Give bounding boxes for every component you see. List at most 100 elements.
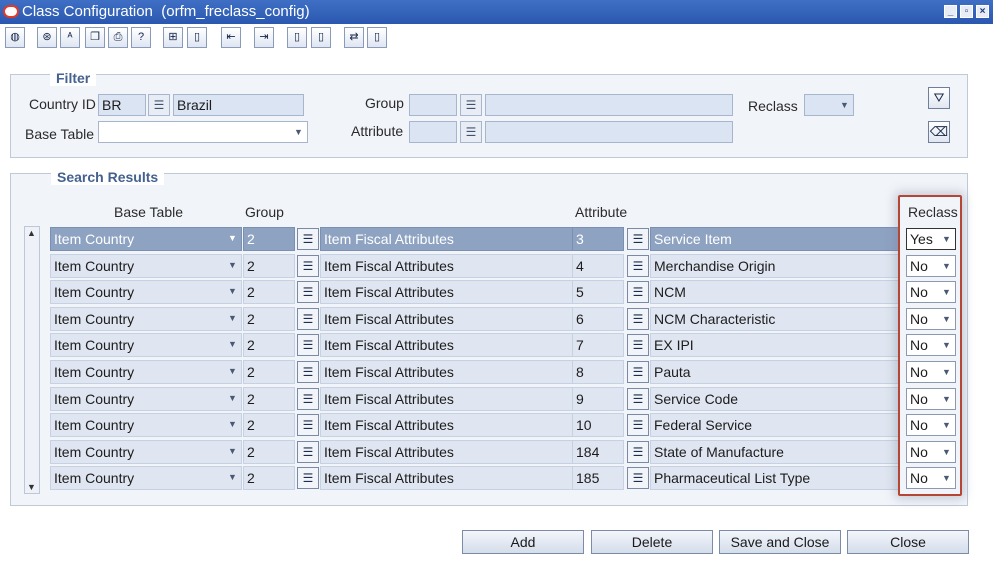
group-id-cell[interactable]: 2 [243,254,295,278]
group-lov-icon[interactable]: ☰ [297,388,319,410]
table-row[interactable]: Item Country ▼ 2 ☰ Item Fiscal Attributes 5 ☰ N… [50,280,958,304]
table-row[interactable]: Item Country ▼ 2 ☰ Item Fiscal Attributes 184… [50,440,958,464]
delete-button[interactable]: Delete [591,530,713,554]
group-lov-icon[interactable]: ☰ [297,308,319,330]
tree-move-icon[interactable]: ⇄ [344,27,364,48]
filter-funnel-icon[interactable]: ⛛ [928,87,950,109]
attribute-lov-icon[interactable]: ☰ [627,228,649,250]
new-doc-icon[interactable]: ▯ [187,27,207,48]
group-lov-icon[interactable]: ☰ [460,94,482,116]
group-lov-icon[interactable]: ☰ [297,228,319,250]
add-button[interactable]: Add [462,530,584,554]
attribute-name-cell[interactable]: Pharmaceutical List Type [650,466,900,490]
group-lov-icon[interactable]: ☰ [297,467,319,489]
attribute-lov-icon[interactable]: ☰ [627,414,649,436]
attribute-lov-icon[interactable]: ☰ [627,361,649,383]
doc-c-icon[interactable]: ▯ [367,27,387,48]
attribute-name-cell[interactable]: NCM Characteristic [650,307,900,331]
attribute-name-cell[interactable]: Pauta [650,360,900,384]
base-table-cell[interactable]: Item Country ▼ [50,413,242,437]
attribute-name-cell[interactable]: Federal Service [650,413,900,437]
attribute-name-cell[interactable]: NCM [650,280,900,304]
base-table-cell[interactable]: Item Country ▼ [50,307,242,331]
tree-icon[interactable]: ⊞ [163,27,183,48]
country-name-field[interactable]: Brazil [173,94,304,116]
close-window-icon[interactable]: × [976,5,989,18]
base-table-select[interactable]: ▼ [98,121,308,143]
base-table-cell[interactable]: Item Country ▼ [50,466,242,490]
base-table-cell[interactable]: Item Country ▼ [50,333,242,357]
attribute-lov-icon[interactable]: ☰ [627,308,649,330]
save-and-close-button[interactable]: Save and Close [719,530,841,554]
group-id-cell[interactable]: 2 [243,307,295,331]
attribute-lov-icon[interactable]: ☰ [627,255,649,277]
table-row[interactable]: Item Country ▼ 2 ☰ Item Fiscal Attributes 8 ☰ P… [50,360,958,384]
attribute-lov-icon[interactable]: ☰ [460,121,482,143]
group-id-cell[interactable]: 2 [243,440,295,464]
attribute-id-cell[interactable]: 6 [572,307,624,331]
copy-icon[interactable]: ❐ [85,27,105,48]
attribute-name-cell[interactable]: Merchandise Origin [650,254,900,278]
base-table-cell[interactable]: Item Country ▼ [50,280,242,304]
attribute-id-cell[interactable]: 7 [572,333,624,357]
tree-left-icon[interactable]: ⇤ [221,27,241,48]
action-icon[interactable]: ⊛ [37,27,57,48]
group-id-cell[interactable]: 2 [243,360,295,384]
globe-icon[interactable]: ◍ [5,27,25,48]
group-lov-icon[interactable]: ☰ [297,255,319,277]
reclass-filter-select[interactable]: ▼ [804,94,854,116]
attribute-id-cell[interactable]: 3 [572,227,624,251]
base-table-cell[interactable]: Item Country ▼ [50,227,242,251]
close-button[interactable]: Close [847,530,969,554]
attribute-id-cell[interactable]: 10 [572,413,624,437]
attribute-id-cell[interactable]: 5 [572,280,624,304]
attribute-lov-icon[interactable]: ☰ [627,281,649,303]
group-lov-icon[interactable]: ☰ [297,361,319,383]
base-table-cell[interactable]: Item Country ▼ [50,254,242,278]
group-id-cell[interactable]: 2 [243,466,295,490]
help-icon[interactable]: ? [131,27,151,48]
attribute-id-cell[interactable]: 4 [572,254,624,278]
clear-eraser-icon[interactable]: ⌫ [928,121,950,143]
group-id-cell[interactable]: 2 [243,280,295,304]
table-row[interactable]: Item Country ▼ 2 ☰ Item Fiscal Attributes 185… [50,466,958,490]
spell-icon[interactable]: ᴬ [60,27,80,48]
scroll-down-icon[interactable]: ▼ [27,482,36,492]
attribute-name-field[interactable] [485,121,733,143]
group-lov-icon[interactable]: ☰ [297,414,319,436]
attribute-id-cell[interactable]: 8 [572,360,624,384]
group-id-cell[interactable]: 2 [243,227,295,251]
attribute-lov-icon[interactable]: ☰ [627,334,649,356]
group-lov-icon[interactable]: ☰ [297,334,319,356]
attribute-name-cell[interactable]: EX IPI [650,333,900,357]
group-id-cell[interactable]: 2 [243,413,295,437]
tree-right-icon[interactable]: ⇥ [254,27,274,48]
minimize-icon[interactable]: _ [944,5,957,18]
attribute-lov-icon[interactable]: ☰ [627,388,649,410]
attribute-name-cell[interactable]: Service Item [650,227,900,251]
attribute-lov-icon[interactable]: ☰ [627,441,649,463]
attribute-name-cell[interactable]: State of Manufacture [650,440,900,464]
base-table-cell[interactable]: Item Country ▼ [50,387,242,411]
group-lov-icon[interactable]: ☰ [297,281,319,303]
group-name-field[interactable] [485,94,733,116]
group-id-cell[interactable]: 2 [243,387,295,411]
attribute-id-cell[interactable]: 185 [572,466,624,490]
attribute-name-cell[interactable]: Service Code [650,387,900,411]
vertical-scrollbar[interactable]: ▲ ▼ [24,226,40,494]
attribute-lov-icon[interactable]: ☰ [627,467,649,489]
group-lov-icon[interactable]: ☰ [297,441,319,463]
scroll-up-icon[interactable]: ▲ [27,228,36,238]
doc-a-icon[interactable]: ▯ [287,27,307,48]
attribute-id-cell[interactable]: 9 [572,387,624,411]
table-row[interactable]: Item Country ▼ 2 ☰ Item Fiscal Attributes 4 ☰ M… [50,254,958,278]
table-row[interactable]: Item Country ▼ 2 ☰ Item Fiscal Attributes 3 ☰ S… [50,227,958,251]
base-table-cell[interactable]: Item Country ▼ [50,440,242,464]
print-icon[interactable]: ⎙ [108,27,128,48]
group-code-field[interactable] [409,94,457,116]
table-row[interactable]: Item Country ▼ 2 ☰ Item Fiscal Attributes 9 ☰ S… [50,387,958,411]
country-lov-icon[interactable]: ☰ [148,94,170,116]
doc-b-icon[interactable]: ▯ [311,27,331,48]
attribute-code-field[interactable] [409,121,457,143]
table-row[interactable]: Item Country ▼ 2 ☰ Item Fiscal Attributes 10 ☰… [50,413,958,437]
